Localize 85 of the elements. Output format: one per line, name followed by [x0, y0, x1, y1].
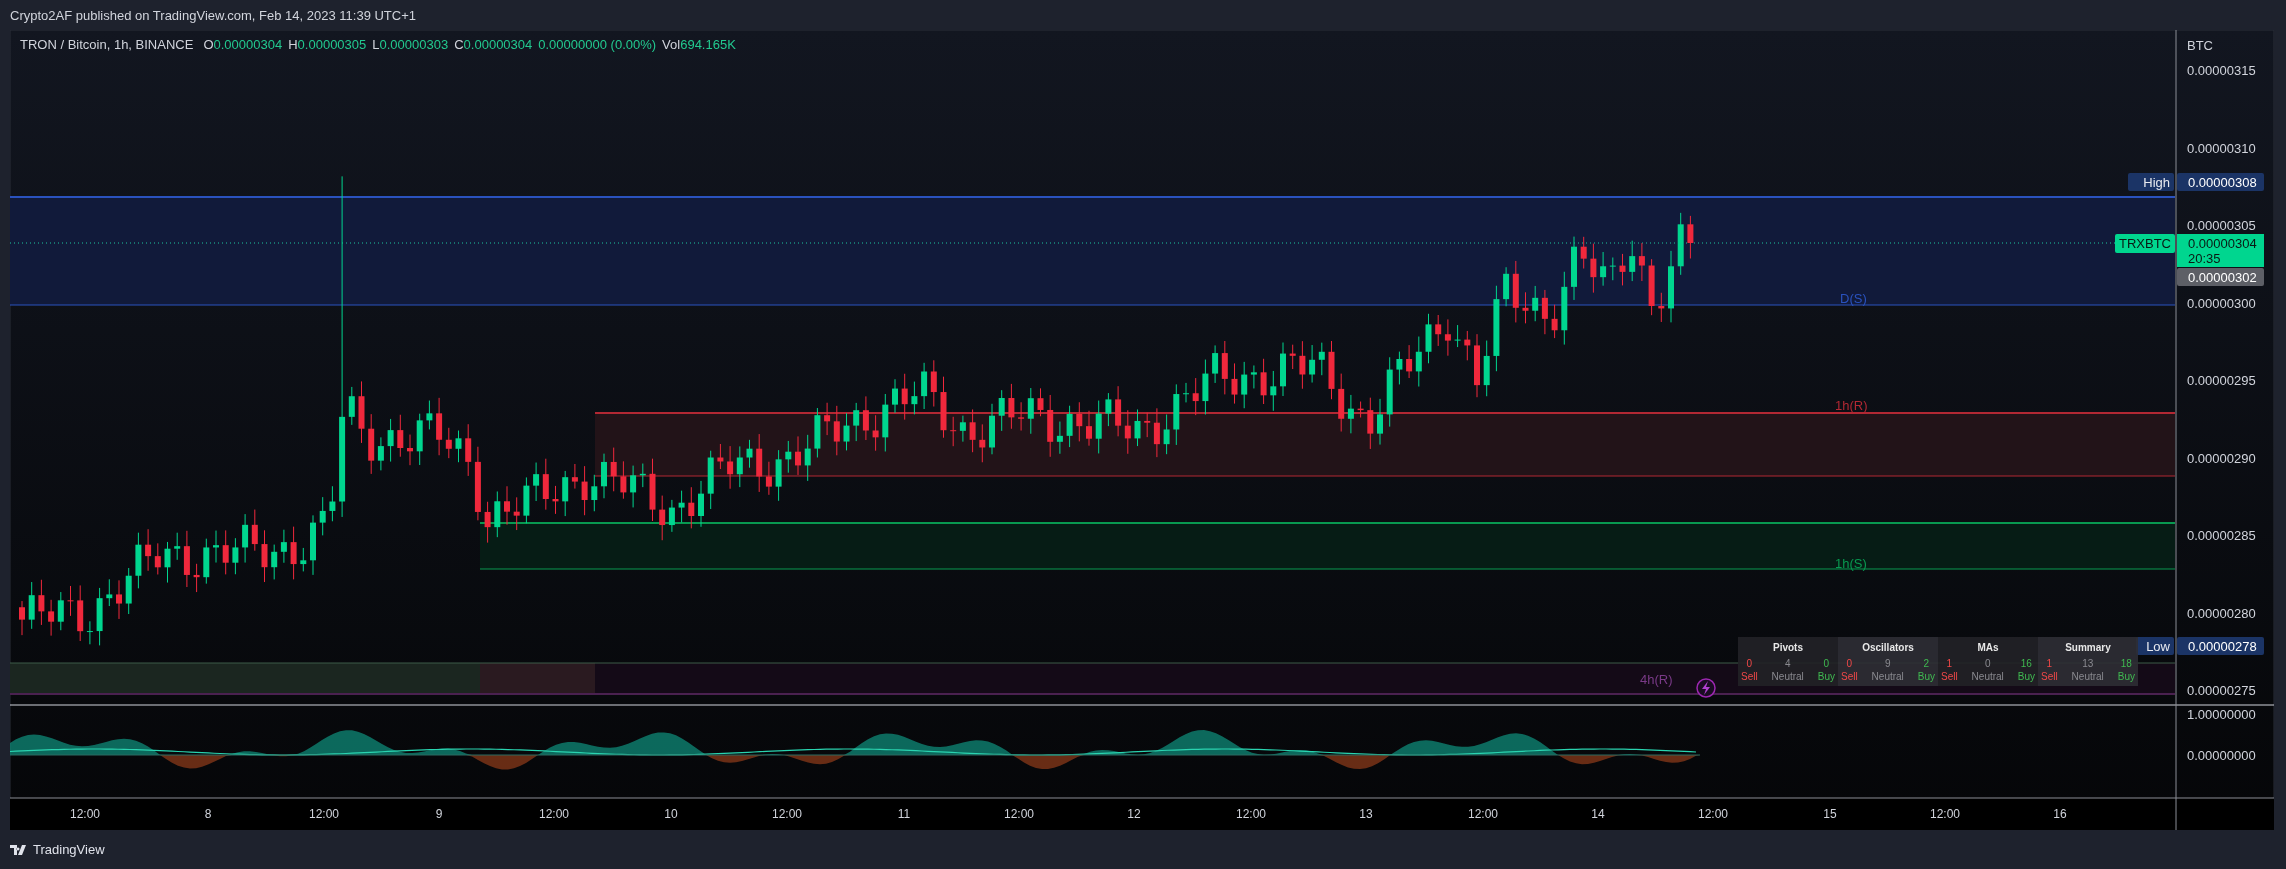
price-change: 0.00000000 (0.00%)	[538, 37, 657, 52]
neutral-label: Neutral	[1870, 670, 1905, 683]
buy-count: 16	[2019, 657, 2033, 670]
zone-label: D(S)	[1840, 291, 1867, 306]
symbol-title: TRON / Bitcoin, 1h, BINANCE	[20, 37, 194, 52]
time-axis-label: 16	[2053, 807, 2067, 821]
neutral-label: Neutral	[1770, 670, 1805, 683]
time-axis-label: 12:00	[539, 807, 569, 821]
rating-title: Summary	[2064, 641, 2112, 655]
price-unit-label: BTC	[2187, 38, 2213, 53]
zone-label: 1h(S)	[1835, 556, 1867, 571]
ohlc-value: 0.00000304	[463, 37, 533, 52]
high-label: High	[2128, 173, 2174, 191]
time-axis-label: 9	[435, 807, 443, 821]
time-axis-label: 12:00	[1468, 807, 1498, 821]
rating-title: MAs	[1976, 641, 2000, 655]
symbol-badge: TRXBTC	[2115, 234, 2175, 253]
rating-title: Pivots	[1772, 641, 1804, 655]
price-axis-label: 0.00000295	[2187, 373, 2256, 388]
brand-name[interactable]: TradingView	[33, 842, 105, 857]
price-axis-label: 0.00000280	[2187, 605, 2256, 621]
sell-count: 1	[2045, 657, 2054, 670]
indicator-axis-label: 0.00000000	[2187, 748, 2256, 763]
buy-count: 0	[1822, 657, 1831, 670]
time-axis-label: 12:00	[1236, 807, 1266, 821]
price-badge: 0.00000278	[2177, 637, 2264, 655]
buy-label: Buy	[2116, 670, 2136, 683]
rating-title: Oscillators	[1861, 641, 1915, 655]
price-axis-label: 0.00000275	[2187, 683, 2256, 698]
time-axis-label: 14	[1591, 807, 1605, 821]
price-axis-label: 0.00000290	[2187, 450, 2256, 466]
ohlc-value: 0.00000305	[297, 37, 367, 52]
indicator-axis-label: 1.00000000	[2187, 707, 2256, 722]
time-axis-label: 15	[1823, 807, 1837, 821]
neutral-label: Neutral	[1970, 670, 2005, 683]
time-axis-label: 8	[204, 807, 212, 821]
ohlc-value: 0.00000304	[213, 37, 283, 52]
time-axis-label: 13	[1359, 807, 1373, 821]
lightning-icon[interactable]	[1696, 678, 1716, 698]
ohlc-value: 0.00000303	[379, 37, 449, 52]
price-axis-label: 0.00000300	[2187, 295, 2256, 311]
sell-count: 0	[1845, 657, 1854, 670]
time-axis-label: 12:00	[1698, 807, 1728, 821]
sell-label: Sell	[1840, 670, 1859, 683]
sell-label: Sell	[1940, 670, 1959, 683]
neutral-count: 0	[1983, 657, 1992, 670]
zone-label: 1h(R)	[1835, 398, 1868, 413]
time-axis-label: 12:00	[1930, 807, 1960, 821]
low-label: Low	[2136, 637, 2174, 655]
time-axis-label: 12:00	[1004, 807, 1034, 821]
last-price-badge: 0.00000304 20:35	[2177, 234, 2264, 267]
zone-label: 4h(R)	[1640, 672, 1673, 687]
price-badge: 0.00000302	[2177, 268, 2264, 286]
ohlc-label: H	[288, 37, 298, 52]
time-axis-label: 11	[897, 807, 911, 821]
buy-count: 2	[1922, 657, 1931, 670]
buy-count: 18	[2119, 657, 2133, 670]
volume-label: Vol	[662, 37, 681, 52]
price-axis-label: 0.00000305	[2187, 218, 2256, 233]
brand-logo-icon[interactable]	[10, 844, 28, 855]
price-axis-label: 0.00000310	[2187, 140, 2256, 156]
ohlc-label: C	[454, 37, 464, 52]
price-axis-label: 0.00000285	[2187, 528, 2256, 543]
neutral-label: Neutral	[2070, 670, 2105, 683]
ohlc-label: O	[203, 37, 214, 52]
time-axis-label: 12:00	[309, 807, 339, 821]
price-axis-label: 0.00000315	[2187, 63, 2256, 78]
time-axis-label: 12:00	[70, 807, 100, 821]
buy-label: Buy	[1816, 670, 1836, 683]
neutral-count: 4	[1783, 657, 1792, 670]
publish-caption: Crypto2AF published on TradingView.com, Feb 14, 2023 11:39 UTC+1	[10, 7, 416, 23]
sell-count: 0	[1745, 657, 1754, 670]
time-axis-label: 12	[1127, 807, 1141, 821]
neutral-count: 9	[1883, 657, 1892, 670]
price-badge: 0.00000308	[2177, 173, 2264, 191]
sell-count: 1	[1945, 657, 1954, 670]
sell-label: Sell	[1740, 670, 1759, 683]
neutral-count: 13	[2081, 657, 2095, 670]
buy-label: Buy	[2016, 670, 2036, 683]
time-axis-label: 10	[664, 807, 678, 821]
volume-value: 694.165K	[680, 37, 736, 52]
time-axis-label: 12:00	[772, 807, 802, 821]
sell-label: Sell	[2040, 670, 2059, 683]
buy-label: Buy	[1916, 670, 1936, 683]
ohlc-label: L	[372, 37, 380, 52]
